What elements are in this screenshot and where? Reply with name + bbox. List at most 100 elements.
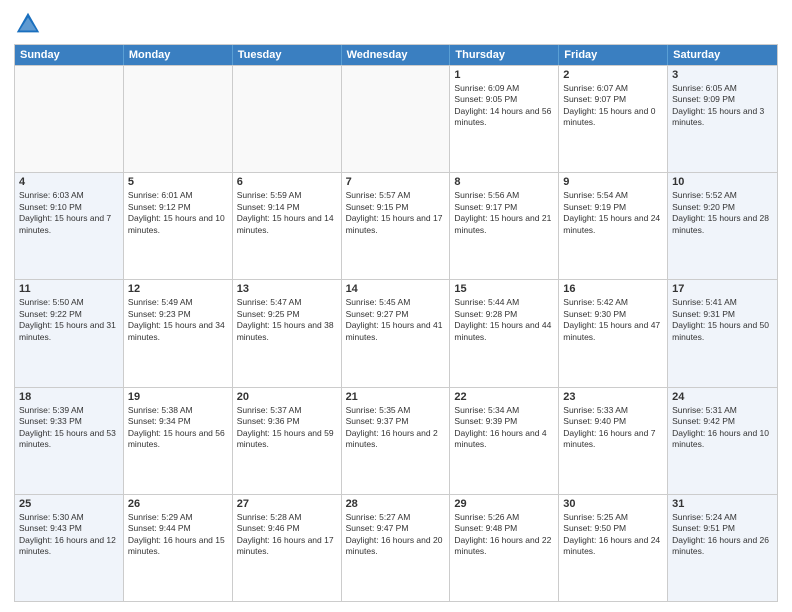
day-info: Sunrise: 5:38 AM Sunset: 9:34 PM Dayligh…: [128, 405, 228, 451]
week-row-5: 25Sunrise: 5:30 AM Sunset: 9:43 PM Dayli…: [15, 494, 777, 601]
day-number: 18: [19, 391, 119, 403]
empty-cell: [233, 66, 342, 172]
calendar-body: 1 Sunrise: 6:09 AM Sunset: 9:05 PM Daylig…: [15, 65, 777, 601]
day-info: Sunrise: 5:56 AM Sunset: 9:17 PM Dayligh…: [454, 190, 554, 236]
day-number: 21: [346, 391, 446, 403]
day-cell-21: 21 Sunrise: 5:35 AM Sunset: 9:37 PM Dayli…: [342, 388, 451, 494]
day-info: Sunrise: 5:33 AM Sunset: 9:40 PM Dayligh…: [563, 405, 663, 451]
day-number: 27: [237, 498, 337, 510]
day-number: 28: [346, 498, 446, 510]
day-number: 14: [346, 283, 446, 295]
header-day-monday: Monday: [124, 45, 233, 65]
day-info: Sunrise: 5:45 AM Sunset: 9:27 PM Dayligh…: [346, 297, 446, 343]
day-info: Sunrise: 5:41 AM Sunset: 9:31 PM Dayligh…: [672, 297, 773, 343]
logo-icon: [14, 10, 42, 38]
empty-cell: [15, 66, 124, 172]
day-number: 13: [237, 283, 337, 295]
day-cell-6: 6 Sunrise: 5:59 AM Sunset: 9:14 PM Daylig…: [233, 173, 342, 279]
day-cell-12: 12 Sunrise: 5:49 AM Sunset: 9:23 PM Dayli…: [124, 280, 233, 386]
calendar: SundayMondayTuesdayWednesdayThursdayFrid…: [14, 44, 778, 602]
day-info: Sunrise: 6:03 AM Sunset: 9:10 PM Dayligh…: [19, 190, 119, 236]
day-number: 24: [672, 391, 773, 403]
day-info: Sunrise: 5:49 AM Sunset: 9:23 PM Dayligh…: [128, 297, 228, 343]
day-cell-17: 17 Sunrise: 5:41 AM Sunset: 9:31 PM Dayli…: [668, 280, 777, 386]
day-number: 3: [672, 69, 773, 81]
header-day-tuesday: Tuesday: [233, 45, 342, 65]
day-info: Sunrise: 6:05 AM Sunset: 9:09 PM Dayligh…: [672, 83, 773, 129]
day-cell-9: 9 Sunrise: 5:54 AM Sunset: 9:19 PM Daylig…: [559, 173, 668, 279]
day-number: 11: [19, 283, 119, 295]
week-row-1: 1 Sunrise: 6:09 AM Sunset: 9:05 PM Daylig…: [15, 65, 777, 172]
day-number: 9: [563, 176, 663, 188]
page: SundayMondayTuesdayWednesdayThursdayFrid…: [0, 0, 792, 612]
day-number: 2: [563, 69, 663, 81]
day-info: Sunrise: 5:27 AM Sunset: 9:47 PM Dayligh…: [346, 512, 446, 558]
day-cell-2: 2 Sunrise: 6:07 AM Sunset: 9:07 PM Daylig…: [559, 66, 668, 172]
day-info: Sunrise: 6:09 AM Sunset: 9:05 PM Dayligh…: [454, 83, 554, 129]
day-cell-7: 7Sunrise: 5:57 AM Sunset: 9:15 PM Daylig…: [342, 173, 451, 279]
day-number: 10: [672, 176, 773, 188]
day-number: 30: [563, 498, 663, 510]
day-cell-25: 25Sunrise: 5:30 AM Sunset: 9:43 PM Dayli…: [15, 495, 124, 601]
day-cell-19: 19 Sunrise: 5:38 AM Sunset: 9:34 PM Dayli…: [124, 388, 233, 494]
day-cell-3: 3 Sunrise: 6:05 AM Sunset: 9:09 PM Daylig…: [668, 66, 777, 172]
day-cell-4: 4 Sunrise: 6:03 AM Sunset: 9:10 PM Daylig…: [15, 173, 124, 279]
day-cell-29: 29 Sunrise: 5:26 AM Sunset: 9:48 PM Dayli…: [450, 495, 559, 601]
day-number: 4: [19, 176, 119, 188]
day-info: Sunrise: 6:01 AM Sunset: 9:12 PM Dayligh…: [128, 190, 228, 236]
header: [14, 10, 778, 38]
day-number: 5: [128, 176, 228, 188]
day-number: 16: [563, 283, 663, 295]
day-cell-20: 20Sunrise: 5:37 AM Sunset: 9:36 PM Dayli…: [233, 388, 342, 494]
header-day-friday: Friday: [559, 45, 668, 65]
day-info: Sunrise: 5:34 AM Sunset: 9:39 PM Dayligh…: [454, 405, 554, 451]
day-number: 1: [454, 69, 554, 81]
day-number: 26: [128, 498, 228, 510]
day-info: Sunrise: 5:52 AM Sunset: 9:20 PM Dayligh…: [672, 190, 773, 236]
day-info: Sunrise: 5:59 AM Sunset: 9:14 PM Dayligh…: [237, 190, 337, 236]
day-cell-8: 8 Sunrise: 5:56 AM Sunset: 9:17 PM Daylig…: [450, 173, 559, 279]
day-info: Sunrise: 5:54 AM Sunset: 9:19 PM Dayligh…: [563, 190, 663, 236]
day-number: 29: [454, 498, 554, 510]
day-number: 8: [454, 176, 554, 188]
day-info: Sunrise: 5:50 AM Sunset: 9:22 PM Dayligh…: [19, 297, 119, 343]
day-cell-26: 26 Sunrise: 5:29 AM Sunset: 9:44 PM Dayli…: [124, 495, 233, 601]
header-day-wednesday: Wednesday: [342, 45, 451, 65]
day-info: Sunrise: 5:35 AM Sunset: 9:37 PM Dayligh…: [346, 405, 446, 451]
day-cell-22: 22 Sunrise: 5:34 AM Sunset: 9:39 PM Dayli…: [450, 388, 559, 494]
day-cell-11: 11 Sunrise: 5:50 AM Sunset: 9:22 PM Dayli…: [15, 280, 124, 386]
calendar-header: SundayMondayTuesdayWednesdayThursdayFrid…: [15, 45, 777, 65]
day-number: 23: [563, 391, 663, 403]
day-number: 17: [672, 283, 773, 295]
day-number: 31: [672, 498, 773, 510]
day-number: 19: [128, 391, 228, 403]
day-number: 12: [128, 283, 228, 295]
day-cell-14: 14 Sunrise: 5:45 AM Sunset: 9:27 PM Dayli…: [342, 280, 451, 386]
week-row-3: 11 Sunrise: 5:50 AM Sunset: 9:22 PM Dayli…: [15, 279, 777, 386]
day-info: Sunrise: 5:39 AM Sunset: 9:33 PM Dayligh…: [19, 405, 119, 451]
day-info: Sunrise: 5:42 AM Sunset: 9:30 PM Dayligh…: [563, 297, 663, 343]
day-info: Sunrise: 6:07 AM Sunset: 9:07 PM Dayligh…: [563, 83, 663, 129]
day-number: 20: [237, 391, 337, 403]
day-cell-5: 5 Sunrise: 6:01 AM Sunset: 9:12 PM Daylig…: [124, 173, 233, 279]
day-info: Sunrise: 5:26 AM Sunset: 9:48 PM Dayligh…: [454, 512, 554, 558]
day-info: Sunrise: 5:24 AM Sunset: 9:51 PM Dayligh…: [672, 512, 773, 558]
day-info: Sunrise: 5:25 AM Sunset: 9:50 PM Dayligh…: [563, 512, 663, 558]
header-day-sunday: Sunday: [15, 45, 124, 65]
day-info: Sunrise: 5:29 AM Sunset: 9:44 PM Dayligh…: [128, 512, 228, 558]
day-cell-31: 31 Sunrise: 5:24 AM Sunset: 9:51 PM Dayli…: [668, 495, 777, 601]
day-cell-1: 1 Sunrise: 6:09 AM Sunset: 9:05 PM Daylig…: [450, 66, 559, 172]
day-cell-13: 13 Sunrise: 5:47 AM Sunset: 9:25 PM Dayli…: [233, 280, 342, 386]
day-info: Sunrise: 5:47 AM Sunset: 9:25 PM Dayligh…: [237, 297, 337, 343]
week-row-4: 18 Sunrise: 5:39 AM Sunset: 9:33 PM Dayli…: [15, 387, 777, 494]
day-cell-18: 18 Sunrise: 5:39 AM Sunset: 9:33 PM Dayli…: [15, 388, 124, 494]
header-day-saturday: Saturday: [668, 45, 777, 65]
day-cell-16: 16 Sunrise: 5:42 AM Sunset: 9:30 PM Dayli…: [559, 280, 668, 386]
day-cell-28: 28 Sunrise: 5:27 AM Sunset: 9:47 PM Dayli…: [342, 495, 451, 601]
day-cell-30: 30 Sunrise: 5:25 AM Sunset: 9:50 PM Dayli…: [559, 495, 668, 601]
day-info: Sunrise: 5:28 AM Sunset: 9:46 PM Dayligh…: [237, 512, 337, 558]
empty-cell: [124, 66, 233, 172]
day-number: 22: [454, 391, 554, 403]
day-number: 25: [19, 498, 119, 510]
day-number: 6: [237, 176, 337, 188]
